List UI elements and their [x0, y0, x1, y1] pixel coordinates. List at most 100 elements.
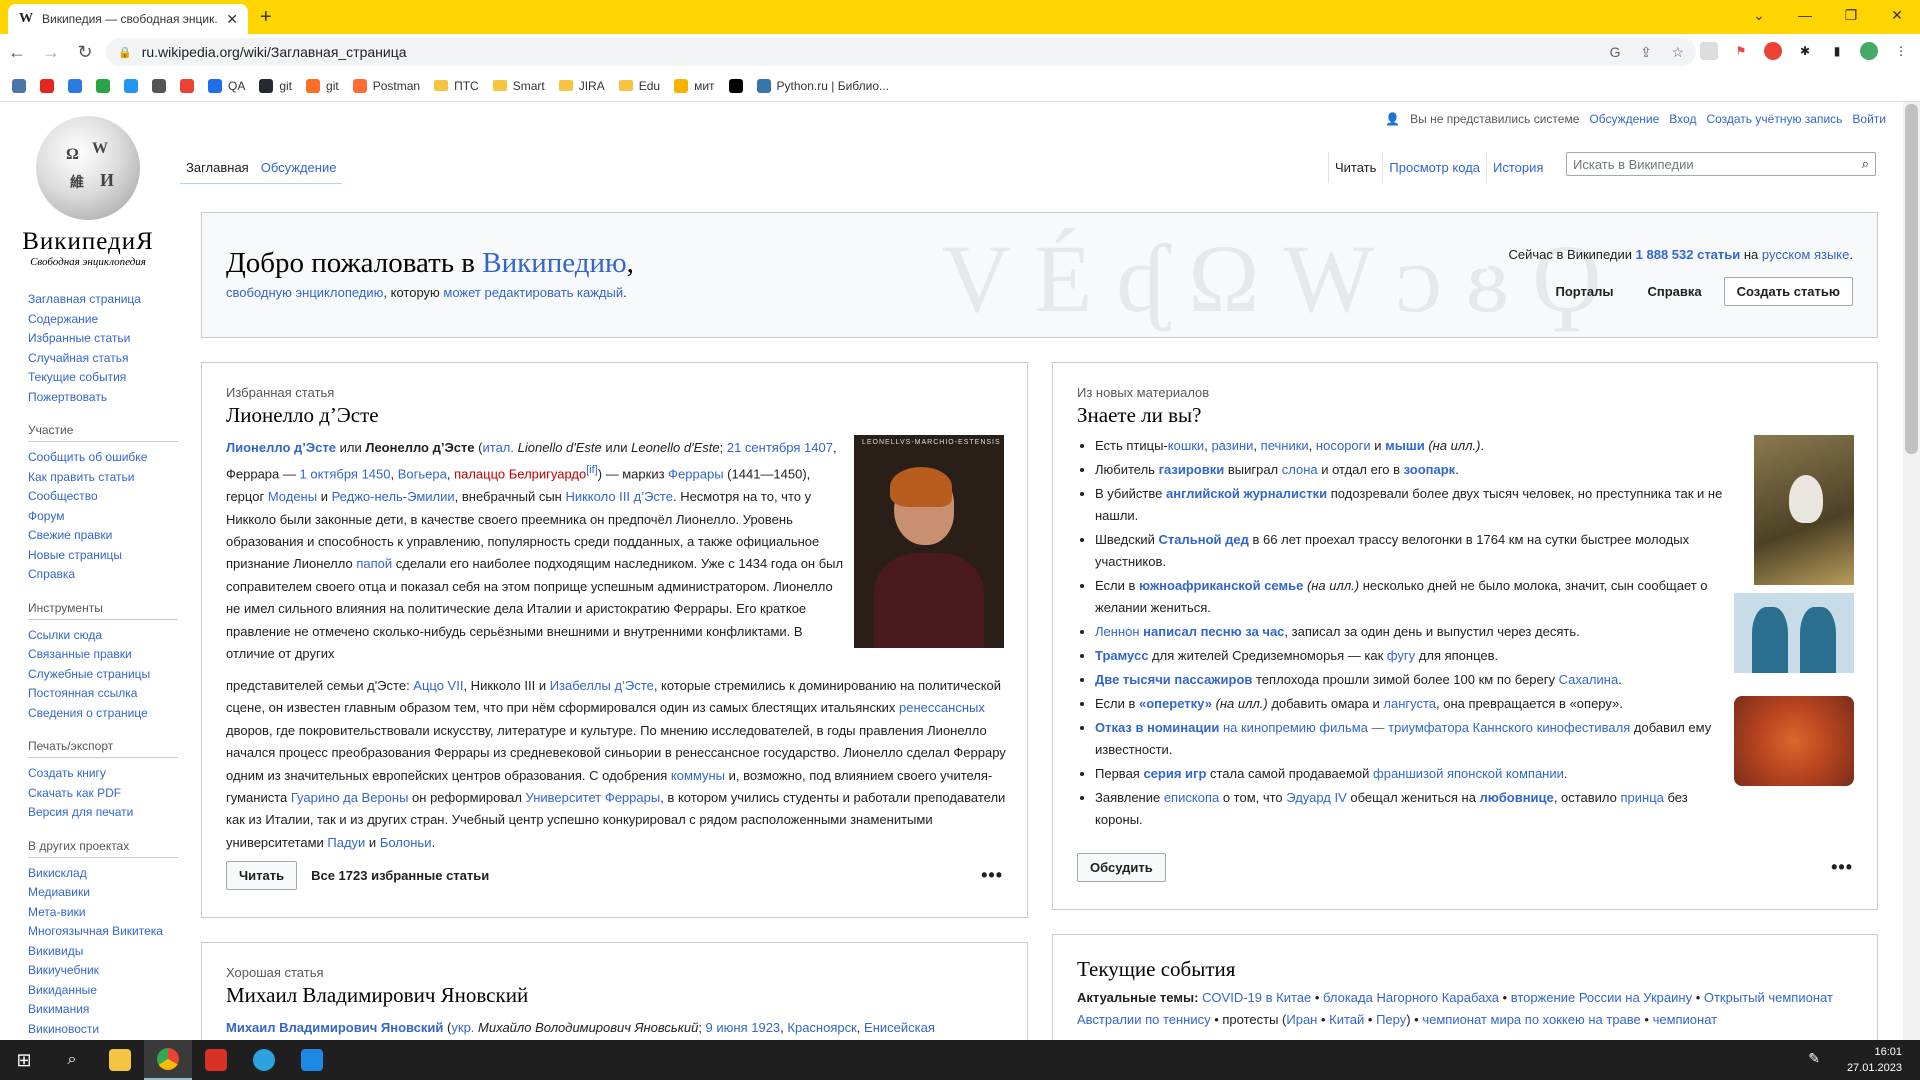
all-featured-link[interactable]: Все 1723 избранные статьи [311, 868, 489, 883]
sidebar-item[interactable]: Заглавная страница [28, 290, 178, 310]
sidebar-item[interactable]: Форум [28, 507, 178, 527]
close-tab-icon[interactable]: ✕ [226, 11, 238, 28]
file-explorer-icon[interactable] [96, 1040, 144, 1080]
create-article-button[interactable]: Создать статью [1723, 277, 1853, 306]
reload-button[interactable]: ↻ [68, 42, 102, 63]
sidebar-item[interactable]: Многоязычная Викитека [28, 922, 178, 942]
bookmark-item[interactable] [124, 78, 138, 93]
bookmark-item[interactable] [68, 78, 82, 93]
sidebar-item[interactable]: Викивиды [28, 942, 178, 962]
extension-icon[interactable] [1700, 42, 1718, 60]
sidebar-item[interactable]: Скачать как PDF [28, 784, 178, 804]
pen-icon[interactable]: ✎ [1808, 1050, 1820, 1067]
sidebar-item[interactable]: Как править статьи [28, 468, 178, 488]
share-icon[interactable]: ⇪ [1640, 44, 1652, 60]
google-icon[interactable]: G [1610, 44, 1621, 60]
puzzle-icon[interactable]: ✱ [1796, 42, 1814, 60]
sidebar-item[interactable]: Викиданные [28, 981, 178, 1001]
page-scrollbar[interactable] [1903, 102, 1920, 1040]
anyone-can-edit-link[interactable]: может редактировать каждый [443, 285, 623, 300]
search-icon[interactable]: ⌕ [48, 1040, 96, 1080]
profile-avatar[interactable] [1860, 42, 1878, 60]
tab-main-page[interactable]: Заглавная [180, 152, 255, 184]
family-image[interactable] [1734, 593, 1854, 673]
search-icon[interactable]: ⌕ [1862, 156, 1869, 172]
sidebar-item[interactable]: Свежие правки [28, 526, 178, 546]
bookmark-item[interactable]: мит [674, 78, 715, 93]
read-button[interactable]: Читать [226, 861, 298, 890]
sidebar-item[interactable]: Викиучебник [28, 961, 178, 981]
sidebar-item[interactable]: Служебные страницы [28, 665, 178, 685]
portals-button[interactable]: Порталы [1543, 278, 1625, 305]
search-input[interactable]: Искать в Википедии ⌕ [1566, 152, 1876, 176]
bookmark-item[interactable]: git [306, 78, 339, 93]
discuss-button[interactable]: Обсудить [1077, 853, 1166, 882]
sidebar-item[interactable]: Версия для печати [28, 803, 178, 823]
vscode-icon[interactable] [288, 1040, 336, 1080]
telegram-icon[interactable] [240, 1040, 288, 1080]
back-button[interactable]: ← [0, 42, 34, 63]
bookmark-item[interactable]: Smart [492, 79, 545, 93]
sidebar-item[interactable]: Сведения о странице [28, 704, 178, 724]
russian-language-link[interactable]: русском языке [1762, 247, 1849, 262]
sidebar-item[interactable]: Новые страницы [28, 546, 178, 566]
extension-icon[interactable]: ⚑ [1732, 42, 1750, 60]
bird-image[interactable] [1754, 435, 1854, 585]
bookmark-star-icon[interactable]: ☆ [1671, 44, 1684, 60]
clock[interactable]: 16:01 27.01.2023 [1847, 1044, 1902, 1076]
tab-read[interactable]: Читать [1328, 152, 1382, 183]
card-title[interactable]: Михаил Владимирович Яновский [226, 983, 528, 1008]
sidebar-item[interactable]: Избранные статьи [28, 329, 178, 349]
bookmark-item[interactable]: git [259, 78, 292, 93]
bookmark-item[interactable]: ПТС [434, 79, 479, 93]
tab-history[interactable]: История [1485, 152, 1549, 183]
help-button[interactable]: Справка [1636, 278, 1714, 305]
bookmark-item[interactable] [152, 78, 166, 93]
sidebar-item[interactable]: Викиновости [28, 1020, 178, 1040]
sidebar-item[interactable]: Создать книгу [28, 764, 178, 784]
sidebar-item[interactable]: Справка [28, 565, 178, 585]
sidebar-item[interactable]: Связанные правки [28, 645, 178, 665]
sidebar-item[interactable]: Постоянная ссылка [28, 684, 178, 704]
bookmark-item[interactable]: Edu [618, 79, 660, 93]
more-options-icon[interactable]: ••• [1831, 857, 1853, 878]
menu-icon[interactable]: ⋮ [1892, 42, 1910, 60]
bookmark-item[interactable] [180, 78, 194, 93]
sidebar-item[interactable]: Сообщить об ошибке [28, 448, 178, 468]
sidebar-item[interactable]: Мета-вики [28, 903, 178, 923]
forward-button[interactable]: → [34, 42, 68, 63]
minimize-button[interactable]: — [1782, 0, 1828, 30]
bookmark-item[interactable]: JIRA [558, 79, 605, 93]
scrollbar-thumb[interactable] [1905, 104, 1918, 454]
new-tab-button[interactable]: + [260, 6, 272, 29]
sidebar-item[interactable]: Ссылки сюда [28, 626, 178, 646]
create-account-link[interactable]: Создать учётную запись [1706, 112, 1842, 126]
sidebar-item[interactable]: Текущие события [28, 368, 178, 388]
sidebar-item[interactable]: Викисклад [28, 864, 178, 884]
bookmark-item[interactable]: Python.ru | Библио... [756, 78, 889, 93]
app-icon[interactable] [192, 1040, 240, 1080]
bookmark-item[interactable]: Postman [352, 78, 420, 93]
tab-view-source[interactable]: Просмотр кода [1382, 152, 1486, 183]
sidebar-item[interactable]: Случайная статья [28, 349, 178, 369]
article-count-link[interactable]: 1 888 532 статьи [1636, 247, 1741, 262]
portrait-image[interactable]: LEONELLVS-MARCHIO-ESTENSIS [854, 435, 1004, 648]
talk-link[interactable]: Обсуждение [1589, 112, 1659, 126]
tab-search-icon[interactable]: ⌄ [1736, 0, 1782, 30]
sidebar-item[interactable]: Пожертвовать [28, 388, 178, 408]
restore-button[interactable]: ❐ [1828, 0, 1874, 30]
bookmark-item[interactable] [40, 78, 54, 93]
free-encyclopedia-link[interactable]: свободную энциклопедию [226, 285, 383, 300]
chrome-icon[interactable] [144, 1040, 192, 1080]
food-image[interactable] [1734, 696, 1854, 786]
login-link[interactable]: Вход [1669, 112, 1696, 126]
close-window-button[interactable]: ✕ [1874, 0, 1920, 30]
bookmark-item[interactable] [96, 78, 110, 93]
more-options-icon[interactable]: ••• [981, 865, 1003, 886]
bookmark-item[interactable]: QA [208, 78, 245, 93]
wikipedia-link[interactable]: Википедию [482, 247, 626, 279]
bookmark-item[interactable] [12, 78, 26, 93]
sidebar-item[interactable]: Содержание [28, 310, 178, 330]
tab-talk[interactable]: Обсуждение [254, 152, 343, 184]
sidebar-item[interactable]: Сообщество [28, 487, 178, 507]
